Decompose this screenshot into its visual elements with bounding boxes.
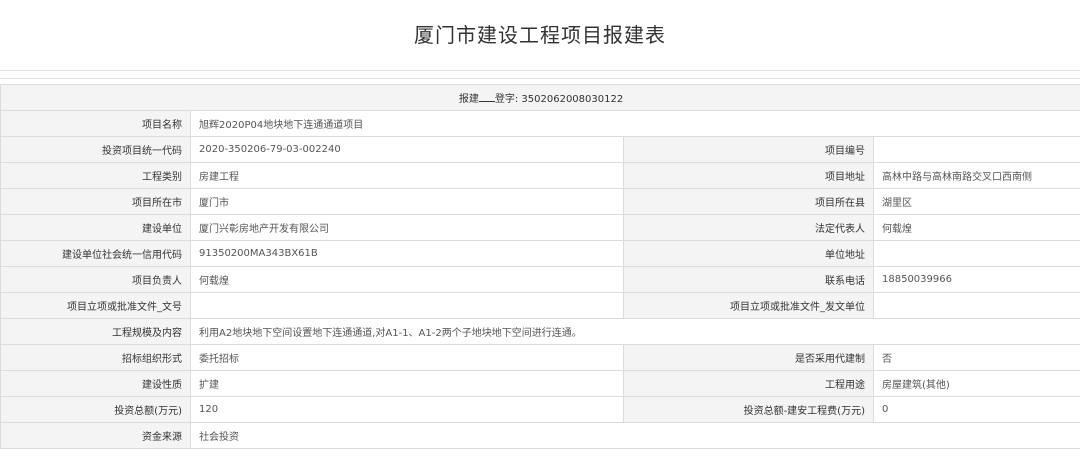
field-value	[872, 292, 1080, 319]
field-value: 0	[872, 396, 1080, 423]
field-value: 房建工程	[190, 162, 624, 189]
table-row: 投资总额(万元) 120 投资总额-建安工程费(万元) 0	[0, 396, 1080, 423]
table-row: 资金来源 社会投资	[0, 422, 1080, 449]
table-row: 建设性质 扩建 工程用途 房屋建筑(其他)	[0, 370, 1080, 397]
field-value: 厦门兴彰房地产开发有限公司	[190, 214, 624, 241]
table-row: 工程类别 房建工程 项目地址 高林中路与高林南路交叉口西南侧	[0, 162, 1080, 189]
field-value: 扩建	[190, 370, 624, 397]
field-value: 2020-350206-79-03-002240	[190, 136, 624, 163]
field-value: 何载煌	[872, 214, 1080, 241]
field-value	[190, 292, 624, 319]
table-row: 建设单位社会统一信用代码 91350200MA343BX61B 单位地址	[0, 240, 1080, 267]
field-label: 资金来源	[0, 422, 191, 449]
field-value: 91350200MA343BX61B	[190, 240, 624, 267]
page-title: 厦门市建设工程项目报建表	[414, 23, 666, 47]
table-row: 项目名称 旭辉2020P04地块地下连通通道项目	[0, 110, 1080, 137]
registration-suffix: 登字:	[494, 94, 519, 105]
field-label: 招标组织形式	[0, 344, 191, 371]
table-row: 建设单位 厦门兴彰房地产开发有限公司 法定代表人 何载煌	[0, 214, 1080, 241]
field-label: 项目所在县	[623, 188, 874, 215]
field-label: 建设单位社会统一信用代码	[0, 240, 191, 267]
field-value: 社会投资	[189, 422, 1080, 449]
table-row: 招标组织形式 委托招标 是否采用代建制 否	[0, 344, 1080, 371]
field-label: 建设单位	[0, 214, 191, 241]
table-row: 项目立项或批准文件_文号 项目立项或批准文件_发文单位	[0, 292, 1080, 319]
field-value: 房屋建筑(其他)	[872, 370, 1080, 397]
field-label: 工程规模及内容	[0, 318, 191, 345]
field-label: 投资总额(万元)	[0, 396, 191, 423]
field-label: 项目名称	[0, 110, 191, 137]
table-row: 项目所在市 厦门市 项目所在县 湖里区	[0, 188, 1080, 215]
field-label: 投资总额-建安工程费(万元)	[623, 396, 874, 423]
field-value: 旭辉2020P04地块地下连通通道项目	[189, 110, 1080, 137]
field-label: 法定代表人	[623, 214, 874, 241]
field-label: 联系电话	[623, 266, 874, 293]
field-value: 何载煌	[190, 266, 624, 293]
field-value: 18850039966	[872, 266, 1080, 293]
title-divider-secondary	[0, 78, 1080, 79]
field-value: 否	[872, 344, 1080, 371]
table-row: 投资项目统一代码 2020-350206-79-03-002240 项目编号	[0, 136, 1080, 163]
field-value: 湖里区	[872, 188, 1080, 215]
field-value: 利用A2地块地下空间设置地下连通通道,对A1-1、A1-2两个子地块地下空间进行…	[189, 318, 1080, 345]
table-row: 工程规模及内容 利用A2地块地下空间设置地下连通通道,对A1-1、A1-2两个子…	[0, 318, 1080, 345]
registration-cell: 报建 登字: 3502062008030122	[0, 84, 1080, 111]
field-value: 高林中路与高林南路交叉口西南侧	[872, 162, 1080, 189]
table-row: 项目负责人 何载煌 联系电话 18850039966	[0, 266, 1080, 293]
field-label: 工程类别	[0, 162, 191, 189]
field-label: 单位地址	[623, 240, 874, 267]
field-label: 工程用途	[623, 370, 874, 397]
field-label: 建设性质	[0, 370, 191, 397]
registration-number: 3502062008030122	[521, 94, 624, 105]
field-label: 项目立项或批准文件_发文单位	[623, 292, 874, 319]
field-label: 项目所在市	[0, 188, 191, 215]
field-label: 项目立项或批准文件_文号	[0, 292, 191, 319]
registration-blank	[478, 92, 495, 102]
title-divider	[0, 70, 1080, 71]
field-label: 项目地址	[623, 162, 874, 189]
field-label: 项目负责人	[0, 266, 191, 293]
field-value: 120	[190, 396, 624, 423]
registration-prefix: 报建	[458, 94, 479, 105]
field-label: 是否采用代建制	[623, 344, 874, 371]
field-value	[872, 136, 1080, 163]
registration-row: 报建 登字: 3502062008030122	[0, 84, 1080, 111]
project-registration-table: 报建 登字: 3502062008030122 项目名称 旭辉2020P04地块地…	[0, 84, 1080, 449]
field-value: 厦门市	[190, 188, 624, 215]
field-value	[872, 240, 1080, 267]
field-label: 项目编号	[623, 136, 874, 163]
field-label: 投资项目统一代码	[0, 136, 191, 163]
field-value: 委托招标	[190, 344, 624, 371]
